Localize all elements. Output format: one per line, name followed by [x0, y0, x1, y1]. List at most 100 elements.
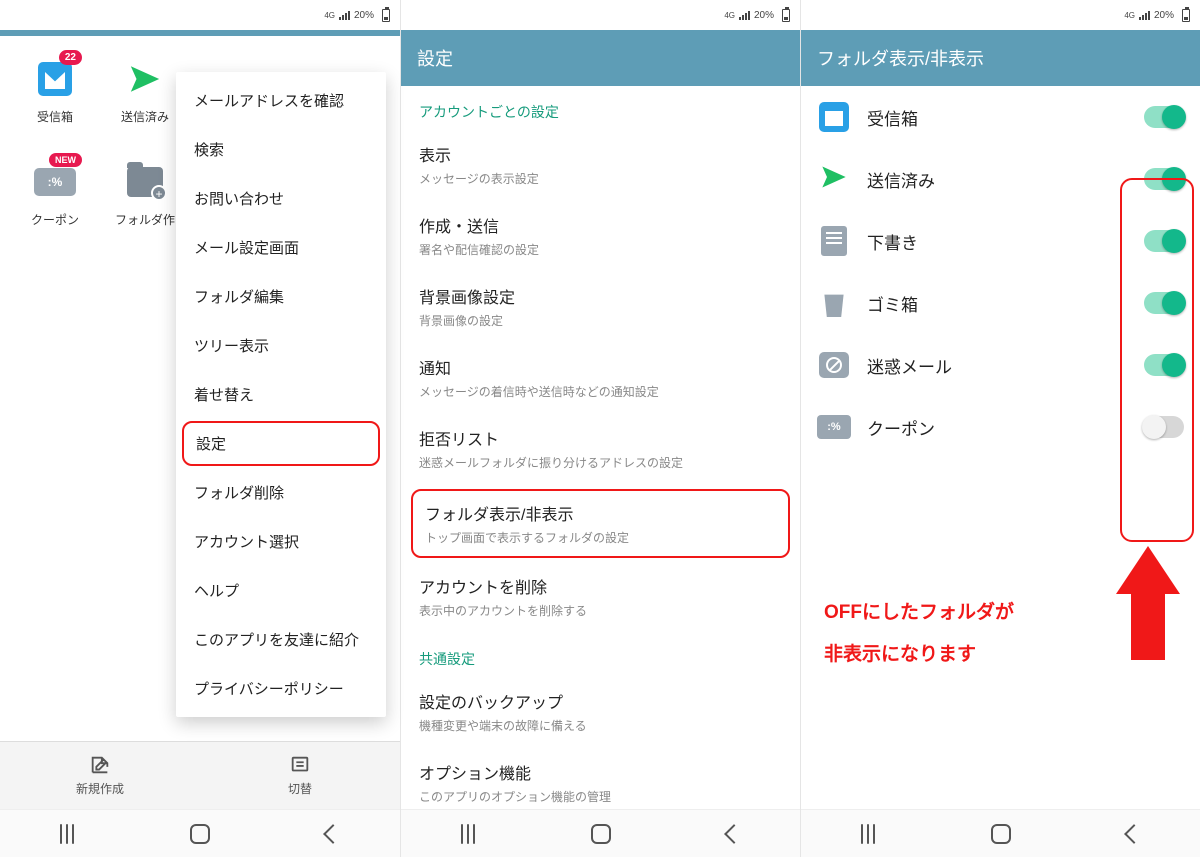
switch-button[interactable]: 切替 [200, 742, 400, 809]
settings-row-subtitle: 表示中のアカウントを削除する [419, 602, 782, 619]
menu-item[interactable]: 検索 [176, 125, 386, 174]
visibility-toggle[interactable] [1144, 106, 1184, 128]
folder-visibility-row: 下書き [801, 210, 1200, 272]
section-header: 共通設定 [401, 633, 800, 677]
app-bar: 設定 [401, 30, 800, 86]
menu-item[interactable]: フォルダ編集 [176, 272, 386, 321]
nav-recents[interactable] [42, 827, 92, 841]
compose-button[interactable]: 新規作成 [0, 742, 200, 809]
settings-row-subtitle: 背景画像の設定 [419, 312, 782, 329]
folder-label: 受信箱 [10, 108, 100, 125]
nav-back[interactable] [1109, 827, 1159, 841]
menu-item[interactable]: プライバシーポリシー [176, 664, 386, 713]
nav-home[interactable] [175, 824, 225, 844]
settings-row[interactable]: 作成・送信署名や配信確認の設定 [401, 201, 800, 272]
settings-row-subtitle: メッセージの着信時や送信時などの通知設定 [419, 383, 782, 400]
nav-home[interactable] [576, 824, 626, 844]
app-bar-title: フォルダ表示/非表示 [817, 45, 984, 71]
menu-item[interactable]: メール設定画面 [176, 223, 386, 272]
section-header: アカウントごとの設定 [401, 86, 800, 130]
settings-row-title: 通知 [419, 355, 782, 379]
app-bar: フォルダ表示/非表示 [801, 30, 1200, 86]
nav-recents[interactable] [843, 827, 893, 841]
menu-item[interactable]: 着せ替え [176, 370, 386, 419]
menu-item[interactable]: ヘルプ [176, 566, 386, 615]
trash-icon [822, 289, 846, 317]
draft-icon [821, 226, 847, 256]
menu-item[interactable]: ツリー表示 [176, 321, 386, 370]
visibility-toggle[interactable] [1144, 416, 1184, 438]
menu-item[interactable]: フォルダ削除 [176, 468, 386, 517]
settings-row-title: アカウントを削除 [419, 574, 782, 598]
settings-row-title: オプション機能 [419, 760, 782, 784]
visibility-toggle[interactable] [1144, 168, 1184, 190]
settings-row-title: 表示 [419, 142, 782, 166]
folder-add-icon: + [127, 167, 163, 197]
folder-coupon[interactable]: :% NEW クーポン [10, 157, 100, 238]
status-bar: 4G 20% [401, 0, 800, 30]
menu-item[interactable]: このアプリを友達に紹介 [176, 615, 386, 664]
visibility-toggle[interactable] [1144, 292, 1184, 314]
settings-row[interactable]: 通知メッセージの着信時や送信時などの通知設定 [401, 343, 800, 414]
screen-folder-menu: 4G 20% 22 受信箱 送信済み [0, 0, 400, 857]
settings-row-subtitle: メッセージの表示設定 [419, 170, 782, 187]
settings-row[interactable]: オプション機能このアプリのオプション機能の管理 [401, 748, 800, 809]
menu-item[interactable]: お問い合わせ [176, 174, 386, 223]
screen-settings: 4G 20% 設定 アカウントごとの設定表示メッセージの表示設定作成・送信署名や… [400, 0, 800, 857]
settings-row[interactable]: 背景画像設定背景画像の設定 [401, 272, 800, 343]
nav-back[interactable] [308, 827, 358, 841]
settings-row-subtitle: 署名や配信確認の設定 [419, 241, 782, 258]
settings-row-subtitle: トップ画面で表示するフォルダの設定 [425, 529, 776, 546]
folder-visibility-row: 送信済み [801, 148, 1200, 210]
compose-icon [89, 754, 111, 776]
send-icon [128, 62, 162, 96]
settings-row-subtitle: このアプリのオプション機能の管理 [419, 788, 782, 805]
settings-row[interactable]: 設定のバックアップ機種変更や端末の故障に備える [401, 677, 800, 748]
nav-recents[interactable] [443, 827, 493, 841]
coupon-icon: :% [34, 168, 76, 196]
screen-folder-visibility: 4G 20% フォルダ表示/非表示 受信箱送信済み下書きゴミ箱迷惑メール:% クー… [800, 0, 1200, 857]
settings-row-subtitle: 迷惑メールフォルダに振り分けるアドレスの設定 [419, 454, 782, 471]
settings-row[interactable]: アカウントを削除表示中のアカウントを削除する [401, 562, 800, 633]
menu-item[interactable]: 設定 [182, 421, 380, 466]
settings-row[interactable]: 拒否リスト迷惑メールフォルダに振り分けるアドレスの設定 [401, 414, 800, 485]
status-bar: 4G 20% [0, 0, 400, 30]
compose-label: 新規作成 [76, 780, 124, 797]
folder-visibility-row: :% クーポン [801, 396, 1200, 458]
menu-item[interactable]: メールアドレスを確認 [176, 76, 386, 125]
folder-name: 受信箱 [867, 105, 1128, 130]
settings-row[interactable]: フォルダ表示/非表示トップ画面で表示するフォルダの設定 [411, 489, 790, 558]
bottom-action-bar: 新規作成 切替 [0, 741, 400, 809]
visibility-toggle[interactable] [1144, 230, 1184, 252]
folder-name: クーポン [867, 415, 1128, 440]
folder-label: クーポン [10, 211, 100, 228]
settings-row-subtitle: 機種変更や端末の故障に備える [419, 717, 782, 734]
system-nav-bar [0, 809, 400, 857]
folder-name: 下書き [867, 229, 1128, 254]
coupon-badge: NEW [49, 153, 82, 167]
settings-row-title: 設定のバックアップ [419, 689, 782, 713]
annotation-arrow [1116, 546, 1180, 660]
system-nav-bar [801, 809, 1200, 857]
coupon-icon: :% [817, 415, 851, 439]
nav-back[interactable] [709, 827, 759, 841]
nav-home[interactable] [976, 824, 1026, 844]
settings-row-title: フォルダ表示/非表示 [425, 501, 776, 525]
visibility-toggle[interactable] [1144, 354, 1184, 376]
inbox-icon [819, 102, 849, 132]
switch-icon [289, 754, 311, 776]
folder-visibility-row: ゴミ箱 [801, 272, 1200, 334]
folder-visibility-row: 受信箱 [801, 86, 1200, 148]
inbox-icon [38, 62, 72, 96]
settings-row-title: 作成・送信 [419, 213, 782, 237]
annotation-text: OFFにしたフォルダが 非表示になります [824, 592, 1014, 676]
send-icon [820, 163, 848, 191]
folder-visibility-row: 迷惑メール [801, 334, 1200, 396]
menu-item[interactable]: アカウント選択 [176, 517, 386, 566]
switch-label: 切替 [288, 780, 312, 797]
folder-name: 迷惑メール [867, 353, 1128, 378]
folder-inbox[interactable]: 22 受信箱 [10, 54, 100, 135]
status-bar: 4G 20% [801, 0, 1200, 30]
settings-row[interactable]: 表示メッセージの表示設定 [401, 130, 800, 201]
app-bar-title: 設定 [417, 45, 453, 71]
